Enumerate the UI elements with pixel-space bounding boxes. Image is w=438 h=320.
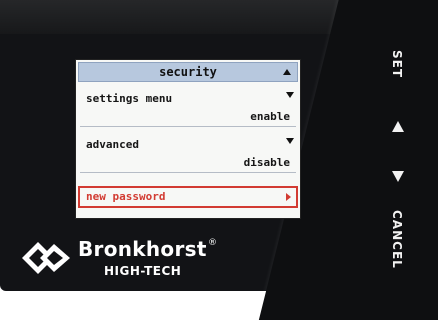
- screen-title-bar: security: [78, 62, 298, 82]
- bronkhorst-logo: [22, 242, 70, 274]
- menu-item-new-password[interactable]: new password: [78, 186, 298, 208]
- menu-item-label: new password: [86, 190, 166, 203]
- menu-item-label: settings menu: [86, 92, 173, 105]
- device-body: SET CANCEL security settings menu enable…: [0, 0, 438, 320]
- brand-subtitle: HIGH-TECH: [104, 264, 182, 278]
- screen-title: security: [159, 65, 217, 79]
- chevron-right-icon: [286, 193, 291, 201]
- menu-item-value: enable: [250, 110, 290, 123]
- lcd-screen: security settings menu enable advanced d…: [76, 60, 300, 218]
- menu-item-settings-menu[interactable]: settings menu enable: [80, 86, 296, 127]
- menu-item-value: disable: [243, 156, 290, 169]
- set-button[interactable]: SET: [390, 50, 404, 78]
- cancel-button[interactable]: CANCEL: [390, 210, 404, 269]
- dropdown-down-icon: [286, 138, 294, 144]
- brand-block: Bronkhorst ® HIGH-TECH: [20, 236, 260, 286]
- scroll-up-icon: [283, 69, 291, 75]
- brand-name: Bronkhorst: [78, 237, 207, 261]
- up-arrow-button[interactable]: [392, 121, 404, 132]
- menu-item-advanced[interactable]: advanced disable: [80, 132, 296, 173]
- dropdown-down-icon: [286, 92, 294, 98]
- registered-mark: ®: [208, 238, 217, 248]
- down-arrow-button[interactable]: [392, 171, 404, 182]
- navigation-keys: SET CANCEL: [380, 40, 420, 280]
- menu-item-label: advanced: [86, 138, 139, 151]
